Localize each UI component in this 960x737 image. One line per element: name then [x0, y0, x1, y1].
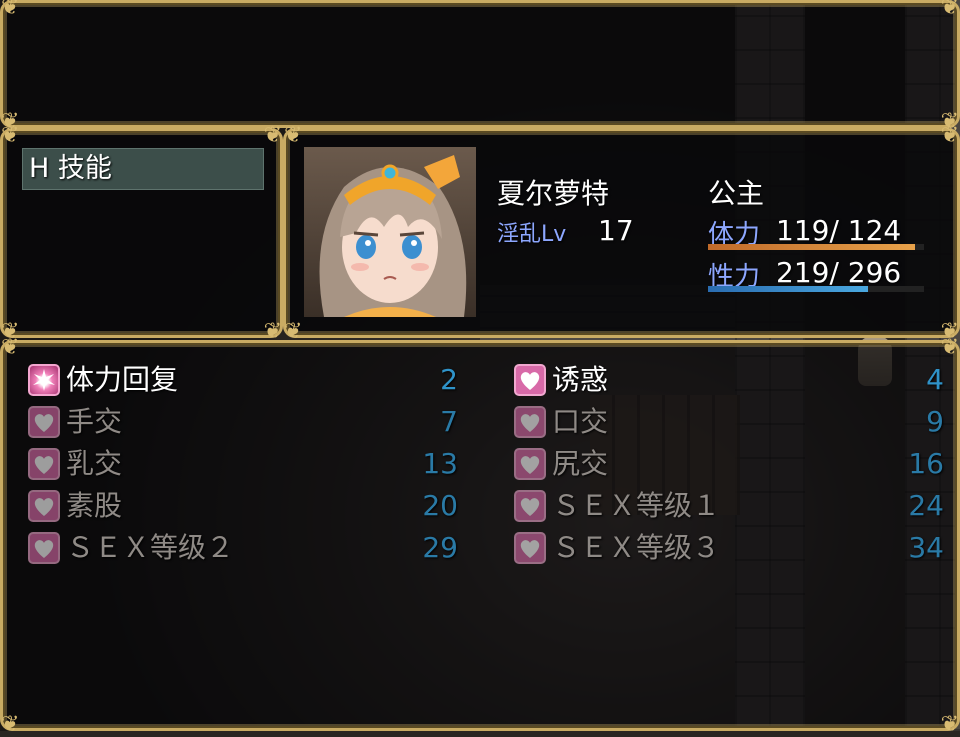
corner-ornament: ❦ [263, 123, 282, 148]
skill-item[interactable]: 体力回复 2 [28, 360, 458, 400]
corner-ornament: ❦ [1, 0, 20, 20]
skill-name: 口交 [552, 405, 609, 438]
skill-name: ＳＥＸ等级１ [552, 489, 721, 522]
corner-ornament: ❦ [940, 0, 959, 20]
skill-name: 素股 [66, 489, 123, 522]
heart-icon [28, 406, 60, 438]
heart-icon [28, 532, 60, 564]
skill-name: 手交 [66, 405, 123, 438]
skill-item[interactable]: 尻交 16 [514, 444, 944, 484]
sp-value: 219/ 296 [776, 256, 902, 289]
skill-name: 乳交 [66, 447, 123, 480]
heal-burst-icon [28, 364, 60, 396]
actor-portrait [304, 147, 476, 317]
hp-value: 119/ 124 [776, 214, 902, 247]
skill-item[interactable]: 素股 20 [28, 486, 458, 526]
corner-ornament: ❦ [284, 123, 303, 148]
skill-cost: 29 [422, 531, 458, 564]
level-value: 17 [598, 214, 634, 247]
skill-type-label: H 技能 [29, 153, 112, 184]
skill-name: 体力回复 [66, 363, 179, 396]
sp-gauge-fill [708, 286, 868, 292]
skill-item[interactable]: 诱惑 4 [514, 360, 944, 400]
heart-icon [514, 448, 546, 480]
skill-item[interactable]: ＳＥＸ等级１ 24 [514, 486, 944, 526]
skill-cost: 24 [908, 489, 944, 522]
skill-cost: 13 [422, 447, 458, 480]
heart-icon [514, 364, 546, 396]
sp-gauge [708, 286, 924, 292]
skill-cost: 2 [440, 363, 458, 396]
level-label: 淫乱Lv [497, 222, 567, 247]
skill-cost: 20 [422, 489, 458, 522]
skill-cost: 9 [926, 405, 944, 438]
heart-icon [514, 406, 546, 438]
heart-icon [28, 448, 60, 480]
corner-ornament: ❦ [1, 335, 20, 360]
skill-item[interactable]: ＳＥＸ等级２ 29 [28, 528, 458, 568]
skill-cost: 7 [440, 405, 458, 438]
heart-icon [28, 490, 60, 522]
skill-cost: 34 [908, 531, 944, 564]
skill-item[interactable]: ＳＥＸ等级３ 34 [514, 528, 944, 568]
skill-name: ＳＥＸ等级３ [552, 531, 721, 564]
corner-ornament: ❦ [1, 712, 20, 737]
heart-icon [514, 490, 546, 522]
corner-ornament: ❦ [940, 335, 959, 360]
actor-title: 公主 [708, 177, 765, 210]
skill-name: 诱惑 [552, 363, 609, 396]
skill-name: ＳＥＸ等级２ [66, 531, 235, 564]
skill-item[interactable]: 乳交 13 [28, 444, 458, 484]
help-window: ❦ ❦ ❦ ❦ [0, 0, 960, 133]
hp-gauge-fill [708, 244, 916, 250]
skill-name: 尻交 [552, 447, 609, 480]
skill-cost: 16 [908, 447, 944, 480]
skill-item[interactable]: 手交 7 [28, 402, 458, 442]
hp-gauge [708, 244, 924, 250]
actor-name: 夏尔萝特 [497, 177, 610, 210]
heart-icon [514, 532, 546, 564]
skill-item[interactable]: 口交 9 [514, 402, 944, 442]
corner-ornament: ❦ [940, 712, 959, 737]
corner-ornament: ❦ [940, 123, 959, 148]
skill-cost: 4 [926, 363, 944, 396]
skill-type-h-skill[interactable]: H 技能 [22, 148, 264, 190]
corner-ornament: ❦ [1, 123, 20, 148]
